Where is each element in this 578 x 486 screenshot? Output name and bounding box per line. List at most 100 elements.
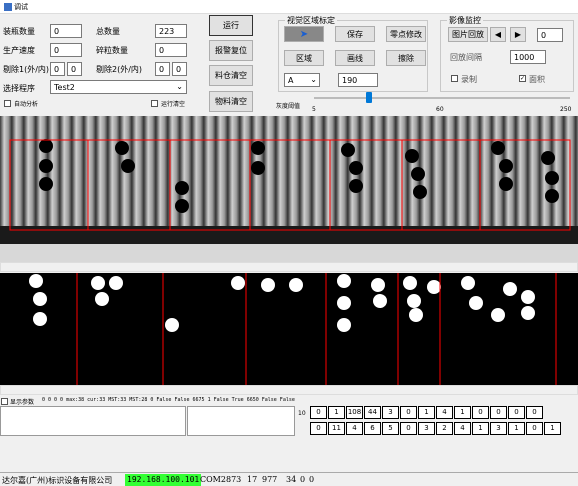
reject2-outer-field[interactable]: 0 [155,62,170,76]
triangle-right-icon: ▶ [514,30,522,39]
zero-modify-button[interactable]: 零点修改 [386,26,426,42]
grid-cell: 0 [400,422,417,435]
company-name: 达尔嘉(广州)标识设备有限公司 [2,476,113,485]
filled-count-field[interactable]: 0 [50,24,82,38]
chevron-down-icon: ⌄ [310,75,317,84]
area-button[interactable]: 区域 [284,50,324,66]
cursor-arrow-icon: ➤ [299,28,309,40]
grid-cell: 0 [310,422,327,435]
status-value-6: 0 [309,475,315,484]
grid-cell: 1 [328,406,345,419]
vision-calibration-title: 视觉区域标定 [285,15,337,26]
reject2-inner-field[interactable]: 0 [172,62,187,76]
grid-cell: 3 [382,406,399,419]
status-value-1: 873 [226,475,242,484]
log-box-right[interactable] [187,406,295,436]
record-checkbox[interactable] [451,75,458,82]
reject2-label: 剔除2(外/内) [96,65,143,74]
camera-view-bottom[interactable] [0,273,578,385]
show-params-checkbox[interactable] [1,398,8,405]
window-title: 调试 [14,3,28,11]
stock-clear-button[interactable]: 料仓清空 [209,65,253,86]
alarm-reset-button[interactable]: 报警复位 [209,40,253,61]
prev-frame-button[interactable]: ◀ [490,27,506,42]
grid-cell: 1 [508,422,525,435]
grid-cell: 0 [310,406,327,419]
com-port: COM2 [200,475,226,484]
total-count-field[interactable]: 223 [155,24,187,38]
cursor-tool-button[interactable]: ➤ [284,26,324,42]
broken-count-field[interactable]: 0 [155,43,187,57]
filled-count-label: 装瓶数量 [3,27,35,36]
status-value-3: 977 [262,475,278,484]
app-icon [4,3,12,11]
auto-analyze-checkbox[interactable] [4,100,11,107]
grid-cell: 6 [364,422,381,435]
program-select-value: Test2 [54,83,75,92]
triangle-left-icon: ◀ [494,30,502,39]
next-frame-button[interactable]: ▶ [510,27,526,42]
replay-interval-field[interactable]: 1000 [510,50,546,64]
run-clear-checkbox[interactable] [151,100,158,107]
chevron-down-icon: ⌄ [176,82,183,91]
title-bar: 调试 [0,0,578,14]
save-button[interactable]: 保存 [335,26,375,42]
area-label: 面积 [529,75,545,84]
status-value-2: 17 [247,475,258,484]
grid-cell: 4 [346,422,363,435]
program-label: 选择程序 [3,84,35,93]
grid-cell: 1 [454,406,471,419]
grid-cell: 4 [436,406,453,419]
image-monitor-title: 影像监控 [447,15,483,26]
gray-threshold-track [314,97,570,99]
grid-cell: 0 [490,406,507,419]
grid-cell: 0 [526,406,543,419]
replay-button[interactable]: 图片回放 [448,27,488,42]
grid-cell: 11 [328,422,345,435]
slider-min-label: 5 [312,106,316,113]
bottom-view-scrollbar[interactable] [0,385,578,395]
camera-bottom-image [29,273,557,385]
speed-field[interactable]: 0 [50,43,82,57]
auto-analyze-label: 自动分析 [14,101,39,108]
grid-cell: 0 [526,422,543,435]
record-label: 录制 [461,75,477,84]
letter-select[interactable]: A ⌄ [284,73,320,87]
grid-cell: 0 [508,406,525,419]
grid-row: 0 11 4 6 5 0 3 2 4 1 3 1 0 1 [310,422,562,435]
ip-address: 192.168.100.101 [125,474,202,486]
camera-view-top[interactable] [0,116,578,262]
grid-cell: 3 [418,422,435,435]
log-box-left[interactable] [0,406,186,436]
grid-cell: 1 [472,422,489,435]
gray-threshold-label: 灰度阈值 [276,103,301,110]
grid-cell: 108 [346,406,363,419]
run-button[interactable]: 运行 [209,15,253,36]
camera-top-image [0,116,578,262]
reject1-label: 剔除1(外/内) [3,65,50,74]
gray-threshold-thumb[interactable] [366,92,372,103]
program-select[interactable]: Test2 ⌄ [50,80,187,94]
grid-left-number: 10 [298,410,306,417]
params-line: 0 0 0 0 max:38 cur:33 MST:33 MST:28 0 Fa… [42,397,295,403]
erase-button[interactable]: 擦除 [386,50,426,66]
grid-cell: 4 [454,422,471,435]
top-view-scrollbar[interactable] [0,262,578,272]
grid-cell: 5 [382,422,399,435]
draw-line-button[interactable]: 画线 [335,50,375,66]
material-clear-button[interactable]: 物料清空 [209,91,253,112]
run-clear-label: 运行清空 [161,101,186,108]
frame-index-field[interactable]: 0 [537,28,563,42]
grid-cell: 44 [364,406,381,419]
reject1-outer-field[interactable]: 0 [50,62,65,76]
grid-cell: 1 [418,406,435,419]
status-bar: 达尔嘉(广州)标识设备有限公司 192.168.100.101 COM2 873… [0,472,578,486]
data-grid: 0 1 108 44 3 0 1 4 1 0 0 0 0 0 11 4 6 5 0 3 2 4 1 3 1 0 1 [310,406,562,438]
reject1-inner-field[interactable]: 0 [67,62,82,76]
speed-label: 生产速度 [3,46,35,55]
area-checkbox[interactable]: ✓ [519,75,526,82]
status-value-4: 34 [286,475,297,484]
vision-value-field[interactable]: 190 [338,73,378,87]
replay-interval-label: 回放间隔 [450,53,482,62]
grid-cell: 0 [400,406,417,419]
